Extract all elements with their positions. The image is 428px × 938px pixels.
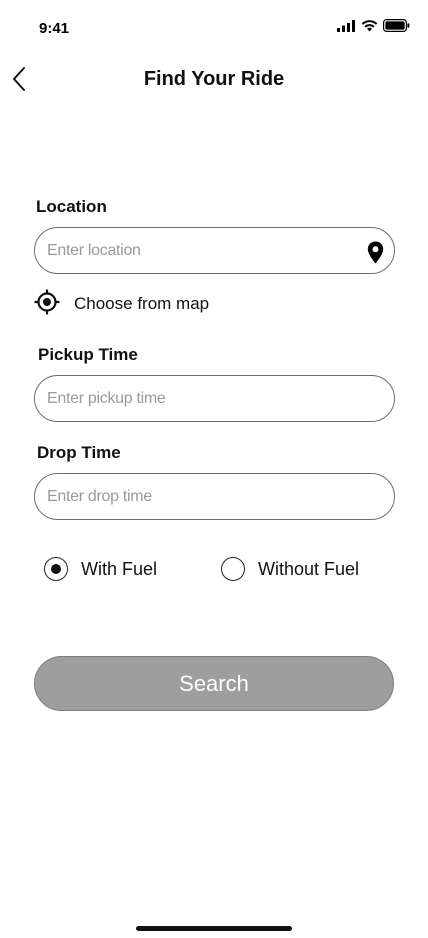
page-title: Find Your Ride (143, 68, 285, 90)
battery-icon (383, 19, 410, 37)
find-ride-screen: 9:41 Find Your Ride Location Enter locat… (0, 0, 428, 938)
radio-label-without-fuel: Without Fuel (258, 558, 360, 579)
radio-button-unselected[interactable] (221, 557, 245, 581)
wifi-icon (361, 19, 378, 37)
status-bar: 9:41 (0, 0, 428, 56)
header: Find Your Ride (0, 60, 428, 100)
radio-dot (51, 564, 61, 574)
choose-from-map-label: Choose from map (74, 294, 210, 313)
home-indicator (136, 926, 292, 931)
pickup-time-input[interactable] (47, 389, 347, 408)
location-input[interactable] (47, 241, 347, 260)
location-field (34, 227, 395, 274)
pickup-time-label: Pickup Time (38, 345, 138, 364)
search-button[interactable]: Search (34, 656, 394, 711)
map-pin-icon[interactable] (366, 240, 384, 264)
drop-time-input[interactable] (47, 487, 347, 506)
choose-from-map[interactable]: Choose from map (34, 289, 210, 320)
radio-button-selected[interactable] (44, 557, 68, 581)
pickup-time-field (34, 375, 395, 422)
drop-time-field (34, 473, 395, 520)
location-label: Location (36, 197, 107, 216)
radio-label-with-fuel: With Fuel (81, 558, 158, 579)
crosshair-target-icon (34, 289, 60, 320)
status-time: 9:41 (39, 20, 70, 37)
drop-time-label: Drop Time (37, 443, 121, 462)
status-icons (337, 19, 410, 37)
radio-without-fuel[interactable]: Without Fuel (221, 556, 359, 582)
radio-with-fuel[interactable]: With Fuel (44, 556, 157, 582)
signal-icon (337, 19, 356, 37)
